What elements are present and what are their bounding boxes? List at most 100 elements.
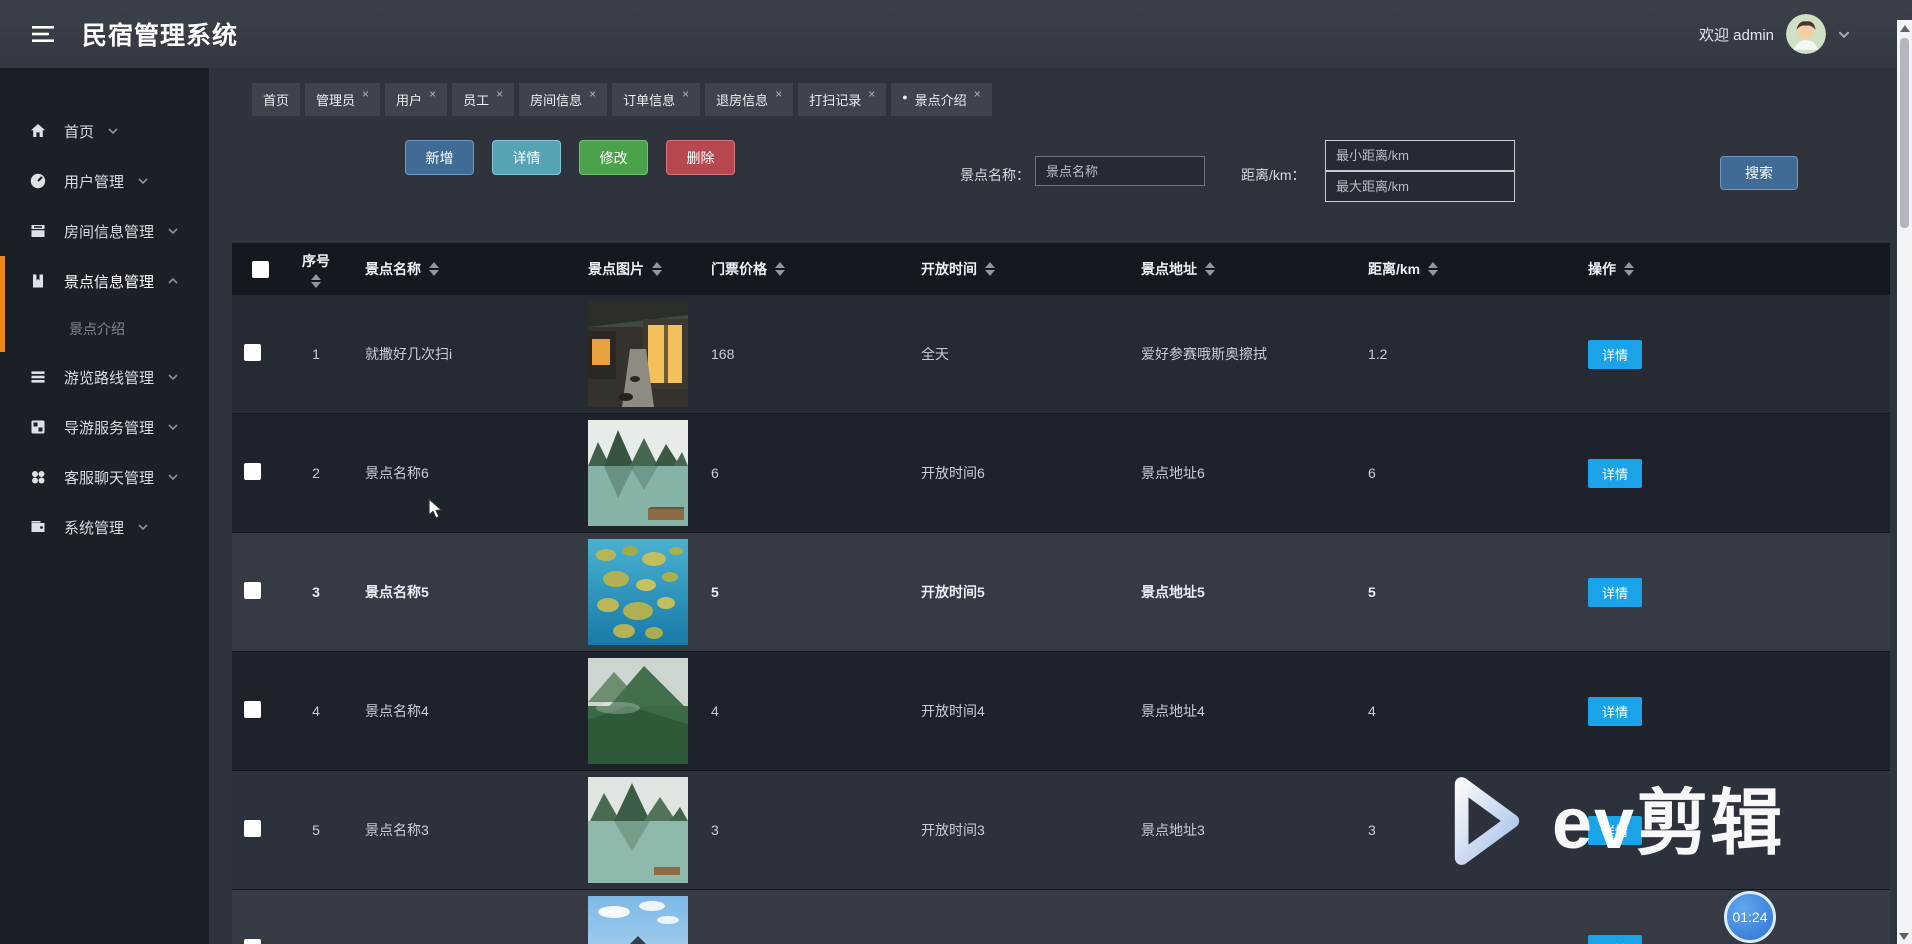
app-window: 民宿管理系统 欢迎 admin 首页 用户管理 房间信息管理 景点信息管理 景点… [0, 0, 1912, 944]
add-button[interactable]: 新增 [405, 140, 474, 175]
row-detail-button[interactable]: 详情 [1588, 934, 1642, 944]
tab-label: 首页 [263, 93, 290, 108]
tab-close-icon[interactable]: × [974, 88, 981, 100]
tab-close-icon[interactable]: × [775, 88, 782, 100]
tab-label: 退房信息 [716, 93, 769, 108]
tab-checkout-info[interactable]: 退房信息 × [705, 83, 794, 116]
tab-order-info[interactable]: 订单信息 × [612, 83, 701, 116]
main-content: 首页 管理员 × 用户 × 员工 × 房间信息 × 订单信息 × 退房信息 × … [209, 68, 1912, 944]
sidebar-item-system-mgmt[interactable]: 系统管理 [0, 502, 209, 552]
cell-image [577, 896, 703, 944]
column-label: 序号 [302, 252, 330, 269]
cell-index: 2 [312, 465, 320, 481]
column-header-open-time[interactable]: 开放时间 [913, 259, 1133, 279]
cell-name: 景点名称6 [365, 465, 429, 481]
row-checkbox[interactable] [244, 701, 261, 718]
row-checkbox[interactable] [244, 820, 261, 837]
tab-home[interactable]: 首页 [252, 83, 301, 116]
cell-image [577, 420, 703, 526]
row-detail-button[interactable]: 详情 [1588, 339, 1642, 369]
chevron-down-icon [168, 474, 178, 480]
sidebar-item-scenic-intro[interactable]: 景点介绍 [0, 306, 209, 352]
column-header-address[interactable]: 景点地址 [1133, 259, 1358, 279]
tab-close-icon[interactable]: × [682, 88, 689, 100]
cell-address: 景点地址6 [1141, 465, 1205, 481]
sort-carets-icon [1205, 262, 1215, 276]
distance-search-label: 距离/km： [1241, 167, 1306, 183]
user-menu-chevron-icon[interactable] [1838, 31, 1850, 38]
scenic-photo [588, 301, 688, 407]
cell-address: 景点地址4 [1141, 703, 1205, 719]
cell-price: 3 [711, 822, 719, 838]
sidebar-item-label: 系统管理 [64, 519, 125, 537]
row-detail-button[interactable]: 详情 [1588, 696, 1642, 726]
row-detail-button[interactable]: 详情 [1588, 458, 1642, 488]
cell-image [577, 539, 703, 645]
cell-distance: 1.2 [1368, 346, 1388, 362]
tab-admin[interactable]: 管理员 × [305, 83, 381, 116]
cell-index: 3 [312, 584, 320, 600]
sidebar-item-label: 景点信息管理 [64, 273, 155, 291]
row-detail-button[interactable]: 详情 [1588, 815, 1642, 845]
active-tab-dot-icon: ● [902, 92, 908, 102]
edit-button[interactable]: 修改 [579, 140, 648, 175]
tab-scenic-intro[interactable]: ● 景点介绍 × [891, 83, 992, 116]
chevron-down-icon [138, 178, 148, 184]
column-header-name[interactable]: 景点名称 [348, 259, 577, 279]
chevron-down-icon [168, 374, 178, 380]
row-checkbox[interactable] [244, 582, 261, 599]
sidebar-item-label: 房间信息管理 [64, 223, 155, 241]
scenic-photo [588, 777, 688, 883]
sidebar-item-room-info-mgmt[interactable]: 房间信息管理 [0, 206, 209, 256]
sidebar-item-route-mgmt[interactable]: 游览路线管理 [0, 352, 209, 402]
chevron-up-icon [168, 278, 178, 284]
row-checkbox[interactable] [244, 463, 261, 480]
tab-close-icon[interactable]: × [362, 88, 369, 100]
row-checkbox[interactable] [244, 344, 261, 361]
tab-close-icon[interactable]: × [589, 88, 596, 100]
user-circle-icon [29, 172, 49, 190]
cell-distance: 4 [1368, 703, 1376, 719]
row-select-cell [232, 939, 284, 944]
sidebar-item-guide-service-mgmt[interactable]: 导游服务管理 [0, 402, 209, 452]
detail-button[interactable]: 详情 [492, 140, 561, 175]
tab-cleaning-record[interactable]: 打扫记录 × [798, 83, 887, 116]
name-search-input[interactable] [1035, 156, 1205, 186]
tab-label: 景点介绍 [914, 93, 967, 108]
vertical-scrollbar[interactable] [1897, 20, 1912, 944]
row-checkbox[interactable] [244, 939, 261, 944]
search-button[interactable]: 搜索 [1720, 156, 1798, 190]
delete-button[interactable]: 删除 [666, 140, 735, 175]
sidebar-item-user-mgmt[interactable]: 用户管理 [0, 156, 209, 206]
tab-close-icon[interactable]: × [868, 88, 875, 100]
cell-name: 景点名称4 [365, 703, 429, 719]
tab-label: 订单信息 [623, 93, 676, 108]
cell-index: 4 [312, 703, 320, 719]
cell-actions: 详情 [1578, 577, 1890, 607]
column-header-actions[interactable]: 操作 [1578, 259, 1890, 279]
cell-open-time: 全天 [921, 346, 949, 362]
scroll-up-arrow-icon[interactable] [1899, 25, 1910, 32]
tab-close-icon[interactable]: × [429, 88, 436, 100]
tab-close-icon[interactable]: × [496, 88, 503, 100]
tab-staff[interactable]: 员工 × [452, 83, 515, 116]
column-header-index[interactable]: 序号 [284, 251, 348, 288]
sidebar-item-chat-mgmt[interactable]: 客服聊天管理 [0, 452, 209, 502]
scroll-down-arrow-icon[interactable] [1899, 933, 1909, 940]
column-header-distance[interactable]: 距离/km [1358, 259, 1578, 279]
scrollbar-thumb[interactable] [1900, 38, 1909, 228]
select-all-checkbox[interactable] [232, 260, 284, 278]
column-header-price[interactable]: 门票价格 [703, 259, 913, 279]
min-distance-input[interactable] [1325, 140, 1515, 171]
user-avatar[interactable] [1786, 14, 1826, 54]
tab-user[interactable]: 用户 × [385, 83, 448, 116]
tab-room-info[interactable]: 房间信息 × [519, 83, 608, 116]
sidebar-toggle-icon[interactable] [32, 25, 54, 43]
sidebar-item-scenic-info-mgmt[interactable]: 景点信息管理 [0, 256, 209, 306]
chat-icon [29, 468, 49, 486]
column-header-image[interactable]: 景点图片 [577, 259, 703, 279]
max-distance-input[interactable] [1325, 171, 1515, 202]
sort-carets-icon [1428, 262, 1439, 276]
sidebar-item-home[interactable]: 首页 [0, 106, 209, 156]
row-detail-button[interactable]: 详情 [1588, 577, 1642, 607]
